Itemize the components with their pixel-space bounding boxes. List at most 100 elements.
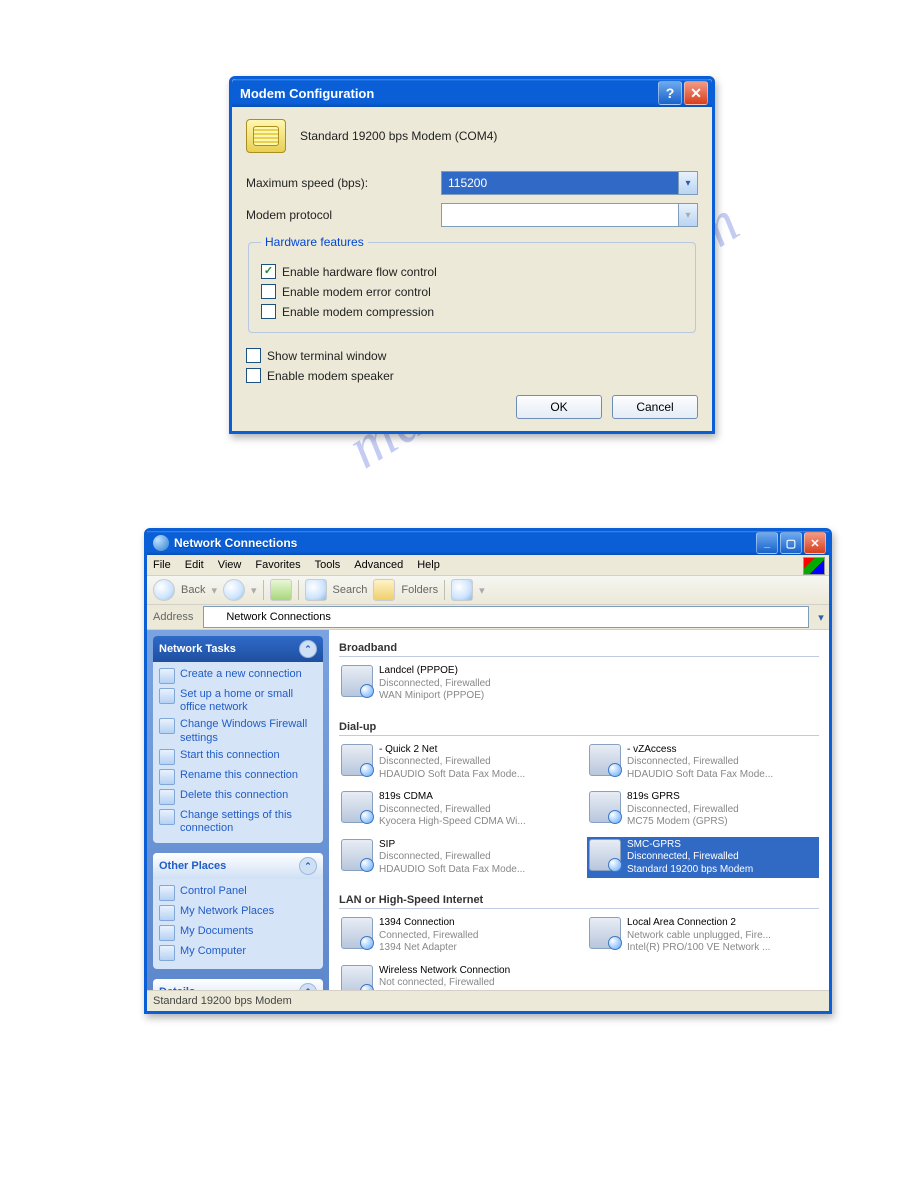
help-button[interactable]: ? xyxy=(658,81,682,105)
network-icon xyxy=(153,535,169,551)
connection-item[interactable]: Landcel (PPPOE)Disconnected, FirewalledW… xyxy=(339,663,819,705)
menubar: File Edit View Favorites Tools Advanced … xyxy=(147,555,829,576)
collapse-icon[interactable]: ⌃ xyxy=(299,640,317,658)
connection-item[interactable]: SMC-GPRSDisconnected, FirewalledStandard… xyxy=(587,837,819,879)
menu-advanced[interactable]: Advanced xyxy=(354,559,403,571)
connection-item[interactable]: SIPDisconnected, FirewalledHDAUDIO Soft … xyxy=(339,837,571,879)
menu-edit[interactable]: Edit xyxy=(185,559,204,571)
compression-checkbox[interactable] xyxy=(261,304,276,319)
connection-item[interactable]: - vZAccessDisconnected, FirewalledHDAUDI… xyxy=(587,742,819,784)
group-header: Broadband xyxy=(339,636,819,657)
speaker-label: Enable modem speaker xyxy=(267,369,394,383)
connection-item[interactable]: 819s GPRSDisconnected, FirewalledMC75 Mo… xyxy=(587,789,819,831)
sidebar-task-link[interactable]: Set up a home or small office network xyxy=(159,686,317,716)
task-icon xyxy=(159,769,175,785)
minimize-button[interactable]: _ xyxy=(756,532,778,554)
back-label[interactable]: Back xyxy=(181,584,205,596)
close-button[interactable]: ✕ xyxy=(804,532,826,554)
task-label: Rename this connection xyxy=(180,769,298,782)
connection-item[interactable]: 1394 ConnectionConnected, Firewalled1394… xyxy=(339,915,571,957)
chevron-down-icon: ▾ xyxy=(678,204,697,226)
menu-file[interactable]: File xyxy=(153,559,171,571)
connection-state: Network cable unplugged, Fire... xyxy=(627,930,771,943)
collapse-icon[interactable]: ⌃ xyxy=(299,857,317,875)
forward-icon[interactable] xyxy=(223,579,245,601)
connection-icon xyxy=(341,744,373,776)
sidebar-task-link[interactable]: Change settings of this connection xyxy=(159,807,317,837)
hw-flow-checkbox[interactable] xyxy=(261,264,276,279)
maximize-button[interactable]: ▢ xyxy=(780,532,802,554)
connection-state: Not connected, Firewalled xyxy=(379,977,524,990)
folders-icon[interactable] xyxy=(373,579,395,601)
up-icon[interactable] xyxy=(270,579,292,601)
modem-config-dialog: Modem Configuration ? ✕ Standard 19200 b… xyxy=(229,76,715,434)
sidebar-task-link[interactable]: Create a new connection xyxy=(159,666,317,686)
terminal-checkbox[interactable] xyxy=(246,348,261,363)
sidebar-place-link[interactable]: My Computer xyxy=(159,943,317,963)
back-icon[interactable] xyxy=(153,579,175,601)
search-label[interactable]: Search xyxy=(333,584,368,596)
connection-item[interactable]: Wireless Network ConnectionNot connected… xyxy=(339,963,571,991)
task-label: Delete this connection xyxy=(180,789,288,802)
connection-item[interactable]: 819s CDMADisconnected, FirewalledKyocera… xyxy=(339,789,571,831)
sidebar-task-link[interactable]: Change Windows Firewall settings xyxy=(159,716,317,746)
connection-name: - Quick 2 Net xyxy=(379,744,525,757)
address-label: Address xyxy=(147,611,199,623)
network-tasks-title: Network Tasks xyxy=(159,643,236,655)
task-label: Change Windows Firewall settings xyxy=(180,718,317,744)
connection-icon xyxy=(589,917,621,949)
sidebar-place-link[interactable]: My Network Places xyxy=(159,903,317,923)
views-icon[interactable] xyxy=(451,579,473,601)
task-icon xyxy=(159,668,175,684)
modem-name: Standard 19200 bps Modem (COM4) xyxy=(300,129,497,143)
menu-help[interactable]: Help xyxy=(417,559,440,571)
chevron-down-icon[interactable]: ▾ xyxy=(678,172,697,194)
toolbar: Back ▾ ▾ Search Folders ▾ xyxy=(147,576,829,605)
menu-view[interactable]: View xyxy=(218,559,242,571)
dialog-titlebar: Modem Configuration ? ✕ xyxy=(232,79,712,107)
cancel-button[interactable]: Cancel xyxy=(612,395,698,419)
menu-favorites[interactable]: Favorites xyxy=(255,559,300,571)
connection-state: Disconnected, Firewalled xyxy=(379,678,491,691)
hw-flow-label: Enable hardware flow control xyxy=(282,265,437,279)
place-icon xyxy=(159,945,175,961)
err-control-checkbox[interactable] xyxy=(261,284,276,299)
window-title: Network Connections xyxy=(174,536,756,550)
connection-item[interactable]: - Quick 2 NetDisconnected, FirewalledHDA… xyxy=(339,742,571,784)
max-speed-combo[interactable]: 115200 ▾ xyxy=(441,171,698,195)
sidebar-task-link[interactable]: Rename this connection xyxy=(159,767,317,787)
details-panel: Details ⌃ SMC-GPRS Dial-up xyxy=(153,979,323,990)
collapse-icon[interactable]: ⌃ xyxy=(299,983,317,990)
folders-label[interactable]: Folders xyxy=(401,584,438,596)
place-label: My Documents xyxy=(180,925,253,938)
menu-tools[interactable]: Tools xyxy=(315,559,341,571)
connection-name: 1394 Connection xyxy=(379,917,479,930)
connection-icon xyxy=(589,744,621,776)
sidebar-task-link[interactable]: Start this connection xyxy=(159,747,317,767)
connection-name: 819s CDMA xyxy=(379,791,526,804)
connections-list: Broadband Landcel (PPPOE)Disconnected, Fi… xyxy=(329,630,829,990)
dialog-title: Modem Configuration xyxy=(240,86,656,101)
sidebar-place-link[interactable]: My Documents xyxy=(159,923,317,943)
address-field[interactable]: Network Connections xyxy=(203,606,809,628)
address-bar: Address Network Connections ▾ xyxy=(147,605,829,630)
connection-name: 819s GPRS xyxy=(627,791,739,804)
sidebar-task-link[interactable]: Delete this connection xyxy=(159,787,317,807)
status-bar: Standard 19200 bps Modem xyxy=(147,990,829,1011)
sidebar-place-link[interactable]: Control Panel xyxy=(159,883,317,903)
connection-state: Disconnected, Firewalled xyxy=(379,756,525,769)
chevron-down-icon[interactable]: ▾ xyxy=(813,611,829,624)
task-label: Change settings of this connection xyxy=(180,809,317,835)
hardware-features-group: Hardware features Enable hardware flow c… xyxy=(248,235,696,333)
modem-protocol-combo: ▾ xyxy=(441,203,698,227)
task-icon xyxy=(159,789,175,805)
search-icon[interactable] xyxy=(305,579,327,601)
close-button[interactable]: ✕ xyxy=(684,81,708,105)
connection-name: SMC-GPRS xyxy=(627,839,753,852)
speaker-checkbox[interactable] xyxy=(246,368,261,383)
other-places-panel: Other Places ⌃ Control PanelMy Network P… xyxy=(153,853,323,969)
ok-button[interactable]: OK xyxy=(516,395,602,419)
group-header: Dial-up xyxy=(339,715,819,736)
connection-item[interactable]: Local Area Connection 2Network cable unp… xyxy=(587,915,819,957)
connection-icon xyxy=(341,965,373,991)
